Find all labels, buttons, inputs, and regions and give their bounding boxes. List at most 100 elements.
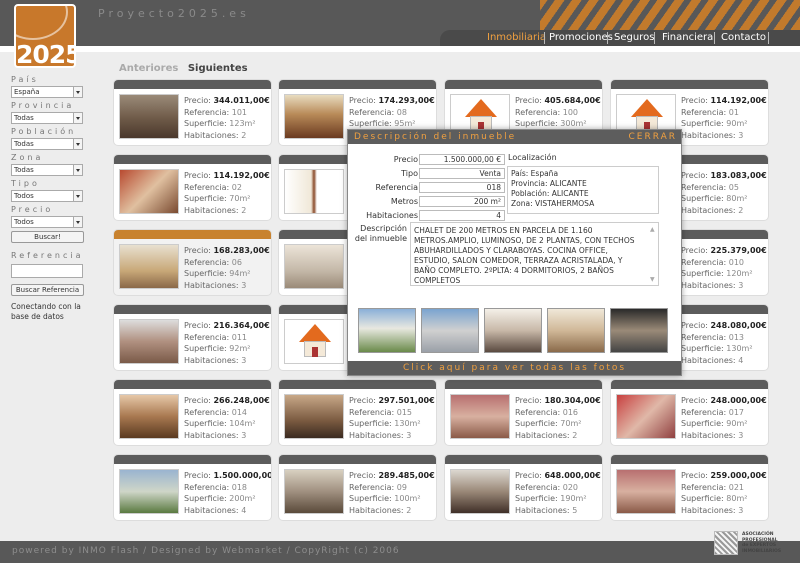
pais-select[interactable]: España	[11, 86, 83, 98]
listing-photo[interactable]	[119, 319, 179, 364]
provincia-select[interactable]: Todas	[11, 112, 83, 124]
nav-promociones[interactable]: Promociones	[549, 32, 613, 43]
pais-value: España	[14, 88, 40, 96]
listing-photo[interactable]	[450, 469, 510, 514]
listing-rooms-value: 3	[738, 280, 744, 290]
listing-ref: Referencia: 016	[515, 407, 601, 419]
listing-rooms-label: Habitaciones:	[681, 505, 736, 515]
listing-card[interactable]: Precio: 648.000,00€ Referencia: 020 Superf…	[444, 454, 603, 521]
listing-photo[interactable]	[284, 94, 344, 139]
listing-ref-label: Referencia:	[184, 332, 230, 342]
detail-label: Precio	[393, 155, 418, 164]
listing-info: Precio: 248.000,00€ Referencia: 017 Superf…	[681, 395, 767, 441]
site-logo[interactable]: 2025	[14, 4, 76, 68]
listing-rooms-value: 3	[406, 430, 412, 440]
listing-rooms: Habitaciones: 3	[681, 430, 767, 442]
chevron-down-icon	[73, 191, 82, 201]
listing-photo[interactable]	[284, 169, 344, 214]
header-band	[0, 46, 800, 52]
referencia-input[interactable]	[11, 264, 83, 278]
nav-financiera[interactable]: Financiera	[662, 32, 713, 43]
listing-area: Superficie: 200m²	[184, 493, 271, 505]
scrollbar[interactable]: ▲ ▼	[650, 225, 656, 283]
listing-photo[interactable]	[616, 394, 676, 439]
listing-area-value: 100m²	[394, 494, 421, 503]
nav-inmobiliaria[interactable]: Inmobiliaria	[487, 32, 546, 43]
listing-card[interactable]: Precio: 216.364,00€ Referencia: 011 Superf…	[113, 304, 272, 371]
listing-ref-label: Referencia:	[681, 407, 727, 417]
listing-ref: Referencia: 014	[184, 407, 270, 419]
view-all-photos-link[interactable]: Click aquí para ver todas las fotos	[348, 361, 681, 375]
modal-photo-thumb[interactable]	[421, 308, 479, 353]
listing-ref: Referencia: 09	[349, 482, 435, 494]
listing-price-value: 344.011,00€	[213, 96, 270, 105]
listing-info: Precio: 648.000,00€ Referencia: 020 Superf…	[515, 470, 601, 516]
listing-card[interactable]: Precio: 289.485,00€ Referencia: 09 Superfi…	[278, 454, 437, 521]
listing-card[interactable]: Precio: 297.501,00€ Referencia: 015 Superf…	[278, 379, 437, 446]
listing-area-value: 130m²	[726, 344, 753, 353]
zona-select[interactable]: Todas	[11, 164, 83, 176]
listing-card[interactable]: Precio: 266.248,00€ Referencia: 014 Superf…	[113, 379, 272, 446]
listing-card[interactable]: Precio: 168.283,00€ Referencia: 06 Superfi…	[113, 229, 272, 296]
listing-area-label: Superficie:	[184, 269, 227, 278]
tipo-select[interactable]: Todos	[11, 190, 83, 202]
modal-photo-thumb[interactable]	[484, 308, 542, 353]
listing-card[interactable]: Precio: 259.000,00€ Referencia: 021 Superf…	[610, 454, 769, 521]
precio-select[interactable]: Todos	[11, 216, 83, 228]
listing-rooms-label: Habitaciones:	[184, 205, 239, 215]
listing-price-label: Precio:	[184, 471, 211, 480]
card-header-bar	[114, 455, 271, 464]
precio-label: Precio	[11, 205, 54, 214]
poblacion-select[interactable]: Todas	[11, 138, 83, 150]
descripcion-label: Descripción del inmueble	[354, 224, 407, 244]
listing-card[interactable]: Precio: 180.304,00€ Referencia: 016 Superf…	[444, 379, 603, 446]
modal-photo-thumb[interactable]	[610, 308, 668, 353]
listing-card[interactable]: Precio: 248.000,00€ Referencia: 017 Superf…	[610, 379, 769, 446]
house-icon[interactable]	[284, 319, 344, 364]
listing-photo[interactable]	[284, 469, 344, 514]
listing-photo[interactable]	[450, 394, 510, 439]
nav-seguros[interactable]: Seguros	[614, 32, 654, 43]
listing-price: Precio: 405.684,00€	[515, 95, 601, 107]
listing-photo[interactable]	[119, 394, 179, 439]
listing-ref-label: Referencia:	[515, 107, 561, 117]
listing-ref-label: Referencia:	[184, 407, 230, 417]
footer-credits: powered by INMO Flash / Designed by Webm…	[12, 546, 400, 556]
listing-card[interactable]: Precio: 1.500.000,00€ Referencia: 018 Supe…	[113, 454, 272, 521]
listing-rooms: Habitaciones: 4	[681, 355, 767, 367]
card-header-bar	[279, 455, 436, 464]
listing-rooms: Habitaciones: 2	[681, 205, 767, 217]
listing-photo[interactable]	[616, 469, 676, 514]
pager-prev[interactable]: Anteriores	[119, 63, 178, 74]
listing-photo[interactable]	[119, 469, 179, 514]
buscar-button[interactable]: Buscar!	[11, 231, 84, 243]
listing-photo[interactable]	[284, 244, 344, 289]
loc-poblacion: Población: ALICANTE	[511, 189, 589, 198]
assoc-line: de EXPERTOS	[742, 543, 777, 548]
buscar-referencia-button[interactable]: Buscar Referencia	[11, 284, 84, 296]
modal-photo-thumb[interactable]	[358, 308, 416, 353]
modal-photo-thumb[interactable]	[547, 308, 605, 353]
listing-price-label: Precio:	[681, 396, 708, 405]
listing-info: Precio: 248.080,00€ Referencia: 013 Superf…	[681, 320, 767, 366]
listing-price: Precio: 180.304,00€	[515, 395, 601, 407]
listing-ref-value: 01	[728, 107, 739, 117]
nav-contacto[interactable]: Contacto	[721, 32, 766, 43]
listing-price-label: Precio:	[681, 171, 708, 180]
listing-ref-value: 011	[231, 332, 248, 342]
listing-photo[interactable]	[119, 169, 179, 214]
descripcion-text[interactable]: CHALET DE 200 METROS EN PARCELA DE 1.160…	[410, 222, 659, 286]
listing-photo[interactable]	[119, 94, 179, 139]
listing-card[interactable]: Precio: 344.011,00€ Referencia: 101 Superf…	[113, 79, 272, 146]
listing-photo[interactable]	[284, 394, 344, 439]
listing-ref-label: Referencia:	[681, 182, 727, 192]
detail-label: Metros	[390, 197, 418, 206]
listing-area-value: 70m²	[229, 194, 251, 203]
listing-card[interactable]: Precio: 114.192,00€ Referencia: 02 Superfi…	[113, 154, 272, 221]
listing-price-value: 289.485,00€	[378, 471, 435, 480]
listing-price: Precio: 114.192,00€	[184, 170, 270, 182]
listing-area: Superficie: 90m²	[681, 418, 767, 430]
modal-close-button[interactable]: CERRAR	[628, 130, 677, 144]
listing-photo[interactable]	[119, 244, 179, 289]
pager-next[interactable]: Siguientes	[188, 63, 248, 74]
